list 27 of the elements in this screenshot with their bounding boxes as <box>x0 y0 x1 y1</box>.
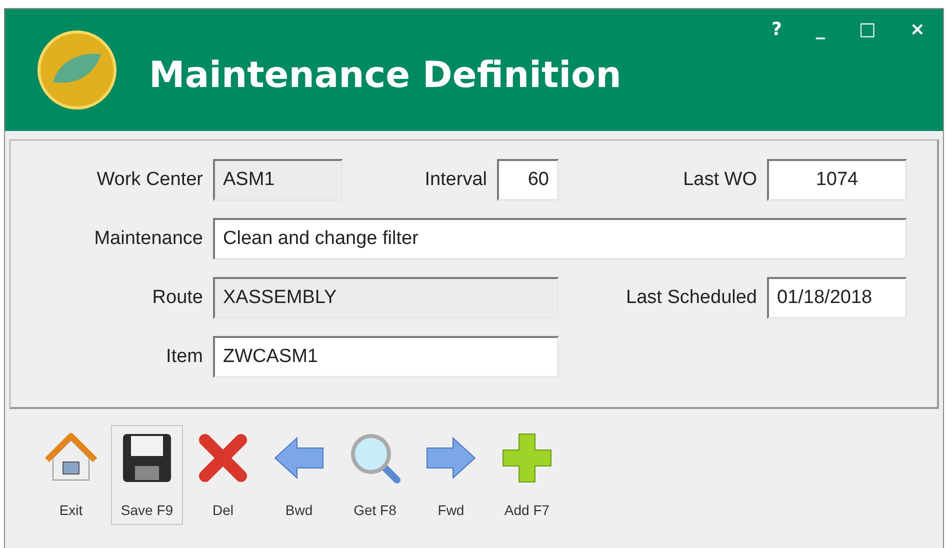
field-label: Last Scheduled <box>626 287 757 309</box>
toolbar-button[interactable]: Get F8 <box>339 425 411 525</box>
toolbar-button[interactable]: Del <box>187 425 259 525</box>
field-label: Last WO <box>683 169 757 191</box>
field-label: Item <box>166 346 203 368</box>
input-field[interactable]: XASSEMBLY <box>213 277 559 319</box>
input-field[interactable]: ZWCASM1 <box>213 336 559 378</box>
toolbar-button[interactable]: Fwd <box>415 425 487 525</box>
window-control-button[interactable]: ? <box>767 19 786 40</box>
field-label: Route <box>152 287 203 309</box>
input-field[interactable]: ASM1 <box>213 159 343 201</box>
toolbar-button[interactable]: Save F9 <box>111 425 183 525</box>
window-control-button[interactable]: × <box>906 19 929 40</box>
toolbar-button[interactable]: Add F7 <box>491 425 563 525</box>
field-label: Maintenance <box>94 228 203 250</box>
input-field[interactable]: Clean and change filter <box>213 218 907 260</box>
window-control-button[interactable]: □ <box>854 19 880 40</box>
toolbar-button[interactable]: Exit <box>35 425 107 525</box>
window-control-button[interactable]: _ <box>812 19 829 40</box>
input-field[interactable]: 01/18/2018 <box>767 277 907 319</box>
input-field[interactable]: 1074 <box>767 159 907 201</box>
input-field[interactable]: 60 <box>497 159 559 201</box>
field-label: Interval <box>424 169 487 191</box>
toolbar-button[interactable]: Bwd <box>263 425 335 525</box>
leaf-logo-icon <box>37 30 117 110</box>
window-title: Maintenance Definition <box>149 54 622 96</box>
field-label: Work Center <box>96 169 203 191</box>
